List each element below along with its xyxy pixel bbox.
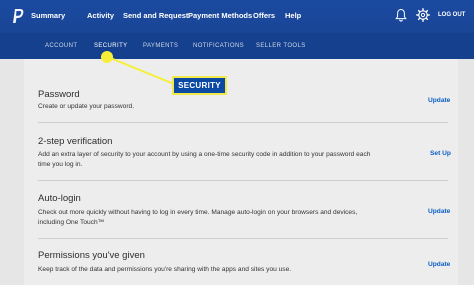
security-callout-label: SECURITY	[172, 76, 227, 95]
callout-connector	[101, 51, 175, 85]
callout-text: SECURITY	[178, 81, 221, 90]
